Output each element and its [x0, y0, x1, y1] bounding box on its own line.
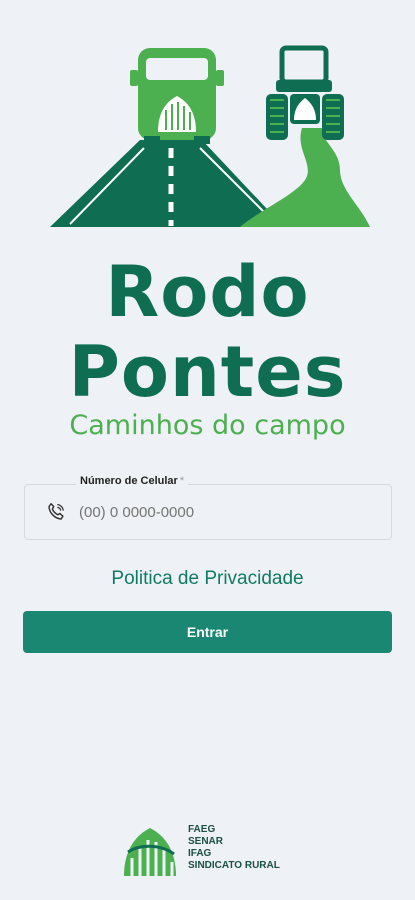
partner-senar: SENAR — [188, 836, 224, 847]
app-title-line1: Rodo — [105, 251, 310, 333]
rodopontes-illustration — [50, 45, 370, 227]
privacy-policy-link[interactable]: Politica de Privacidade — [0, 568, 415, 590]
phone-input[interactable] — [77, 503, 371, 522]
phone-icon — [48, 503, 64, 520]
tractor-icon — [266, 45, 344, 140]
partner-ifag: IFAG — [188, 848, 212, 859]
faeg-leaf-logo-icon — [124, 828, 176, 876]
app-title-line2: Pontes — [68, 331, 347, 413]
partners-names: FAEG SENAR IFAG SINDICATO RURAL — [188, 824, 328, 872]
phone-field[interactable] — [24, 484, 392, 540]
app-subtitle: Caminhos do campo — [69, 410, 346, 441]
required-mark: * — [179, 475, 185, 487]
truck-icon — [130, 48, 224, 144]
phone-label: Número de Celular * — [76, 475, 189, 487]
phone-label-text: Número de Celular — [80, 475, 178, 487]
partner-sindicato-rural: SINDICATO RURAL — [188, 860, 280, 871]
partner-faeg: FAEG — [188, 824, 216, 835]
enter-button[interactable]: Entrar — [23, 611, 392, 653]
